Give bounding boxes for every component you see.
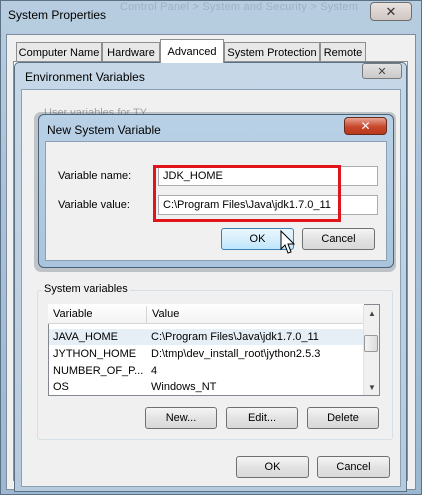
edit-button[interactable]: Edit... xyxy=(226,407,298,429)
new-system-variable-title: New System Variable xyxy=(47,123,161,137)
tab-advanced[interactable]: Advanced xyxy=(160,39,224,63)
cancel-button[interactable]: Cancel xyxy=(317,456,390,478)
variable-cell: OS xyxy=(53,381,69,393)
column-header-value[interactable]: Value xyxy=(147,304,363,324)
system-properties-close-button[interactable]: ✕ xyxy=(370,2,412,21)
table-row[interactable]: JYTHON_HOME D:\tmp\dev_install_root\jyth… xyxy=(49,346,364,362)
table-row[interactable]: NUMBER_OF_P... 4 xyxy=(49,363,364,379)
ok-button[interactable]: OK xyxy=(236,456,309,478)
variable-cell: JAVA_HOME xyxy=(53,331,118,343)
tab-hardware[interactable]: Hardware xyxy=(102,42,160,62)
variable-value-label: Variable value: xyxy=(58,199,130,211)
background-window-title: Control Panel > System and Security > Sy… xyxy=(120,1,359,13)
tab-remote[interactable]: Remote xyxy=(320,42,366,62)
variable-name-label: Variable name: xyxy=(58,170,132,182)
system-properties-title: System Properties xyxy=(8,8,107,22)
value-cell: Windows_NT xyxy=(151,381,217,393)
annotation-highlight-box xyxy=(153,165,341,222)
dialog-cancel-button[interactable]: Cancel xyxy=(302,228,375,250)
new-system-variable-close-button[interactable]: ✕ xyxy=(344,117,387,135)
variable-cell: NUMBER_OF_P... xyxy=(53,365,144,377)
value-cell: D:\tmp\dev_install_root\jython2.5.3 xyxy=(151,348,321,360)
close-icon: ✕ xyxy=(377,65,387,78)
delete-button[interactable]: Delete xyxy=(307,407,379,429)
close-icon: ✕ xyxy=(360,119,371,133)
tab-system-protection[interactable]: System Protection xyxy=(224,42,320,62)
system-variables-label: System variables xyxy=(42,283,130,295)
environment-variables-title: Environment Variables xyxy=(25,70,145,84)
variable-cell: JYTHON_HOME xyxy=(53,348,137,360)
new-button[interactable]: New... xyxy=(145,407,217,429)
table-row[interactable]: JAVA_HOME C:\Program Files\Java\jdk1.7.0… xyxy=(49,329,364,345)
value-cell: C:\Program Files\Java\jdk1.7.0_11 xyxy=(151,331,319,343)
close-icon: ✕ xyxy=(385,3,397,19)
table-row[interactable]: OS Windows_NT xyxy=(49,379,364,395)
scroll-down-arrow-icon[interactable]: ▼ xyxy=(364,379,380,395)
scroll-up-arrow-icon[interactable]: ▲ xyxy=(364,305,380,321)
scrollbar-thumb[interactable] xyxy=(364,335,378,352)
tab-computer-name[interactable]: Computer Name xyxy=(16,42,102,62)
environment-variables-close-button[interactable]: ✕ xyxy=(362,63,402,79)
value-cell: 4 xyxy=(151,365,158,377)
column-header-variable[interactable]: Variable xyxy=(48,304,146,324)
mouse-pointer-icon xyxy=(280,230,296,254)
